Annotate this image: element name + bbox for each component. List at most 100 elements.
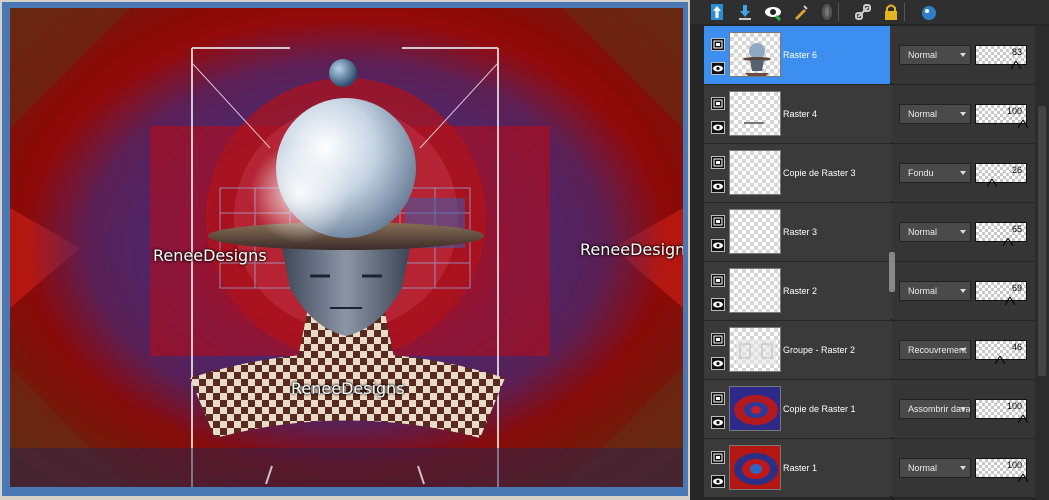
opacity-marker-icon[interactable] — [1002, 233, 1014, 247]
mask-icon[interactable] — [816, 1, 838, 23]
blend-mode-dropdown[interactable]: Normal — [899, 458, 971, 478]
layers-list: Raster 6 Normal 83 Raster 4 Normal 100 Copie d… — [704, 26, 1035, 500]
layer-type-icon[interactable] — [711, 38, 725, 51]
layer-name-cell[interactable]: Groupe - Raster 2 — [704, 321, 890, 379]
eye-visibility-icon[interactable] — [711, 121, 725, 134]
layer-name: Raster 3 — [783, 227, 818, 237]
opacity-marker-icon[interactable] — [1017, 469, 1029, 483]
layer-name: Raster 6 — [783, 50, 818, 60]
opacity-marker-icon[interactable] — [1017, 410, 1029, 424]
layer-thumbnail[interactable] — [729, 91, 781, 136]
layer-thumbnail[interactable] — [729, 150, 781, 195]
layer-name-cell[interactable]: Raster 6 — [704, 26, 890, 84]
chevron-down-icon — [960, 230, 966, 234]
opacity-slider[interactable]: 100 — [975, 104, 1029, 129]
edit-layer-icon[interactable] — [790, 1, 812, 23]
chevron-down-icon — [960, 289, 966, 293]
scrollbar-thumb[interactable] — [1038, 106, 1046, 376]
palette-icon[interactable] — [918, 1, 940, 23]
blend-mode-dropdown[interactable]: Normal — [899, 222, 971, 242]
opacity-marker-icon[interactable] — [1017, 115, 1029, 129]
layer-properties: Normal 100 — [892, 85, 1035, 143]
layer-properties: Normal 100 — [892, 439, 1035, 497]
layer-properties: Normal 69 — [892, 262, 1035, 320]
merge-down-icon[interactable] — [734, 1, 756, 23]
layer-type-icon[interactable] — [711, 215, 725, 228]
layer-name-cell[interactable]: Copie de Raster 3 — [704, 144, 890, 202]
watermark-text: ReneeDesigns — [291, 379, 405, 398]
layer-type-icon[interactable] — [711, 156, 725, 169]
link-icon[interactable] — [852, 1, 874, 23]
eye-visibility-icon[interactable] — [711, 298, 725, 311]
opacity-value: 26 — [1011, 165, 1022, 175]
layer-thumbnail[interactable] — [729, 386, 781, 431]
layer-row[interactable]: Raster 1 Normal 100 — [704, 439, 1035, 497]
watermark-text: ReneeDesigns — [153, 246, 267, 265]
chevron-down-icon — [960, 112, 966, 116]
layer-thumbnail[interactable] — [729, 268, 781, 313]
eye-visibility-icon[interactable] — [711, 180, 725, 193]
layer-type-icon[interactable] — [711, 97, 725, 110]
image-canvas[interactable]: ReneeDesigns ReneeDesigns ReneeDesigns — [10, 8, 683, 487]
opacity-slider[interactable]: 100 — [975, 399, 1029, 424]
layer-row[interactable]: Raster 3 Normal 65 — [704, 203, 1035, 261]
layer-row[interactable]: Copie de Raster 3 Fondu 26 — [704, 144, 1035, 202]
blend-mode-dropdown[interactable]: Assombrir davantage — [899, 399, 971, 419]
chevron-down-icon — [960, 407, 966, 411]
opacity-marker-icon[interactable] — [994, 351, 1006, 365]
layer-name-cell[interactable]: Raster 3 — [704, 203, 890, 261]
lock-icon[interactable] — [880, 1, 902, 23]
layer-row[interactable]: Raster 4 Normal 100 — [704, 85, 1035, 143]
canvas-window: ReneeDesigns ReneeDesigns ReneeDesigns — [0, 0, 690, 500]
move-layer-up-icon[interactable] — [706, 1, 728, 23]
blend-mode-dropdown[interactable]: Fondu — [899, 163, 971, 183]
layer-name-cell[interactable]: Raster 2 — [704, 262, 890, 320]
panel-resize-handle[interactable] — [889, 252, 895, 292]
opacity-slider[interactable]: 26 — [975, 163, 1027, 188]
layers-scrollbar[interactable] — [1035, 26, 1049, 500]
layer-row[interactable]: Groupe - Raster 2 Recouvrement 46 — [704, 321, 1035, 379]
layer-type-icon[interactable] — [711, 451, 725, 464]
layer-type-icon[interactable] — [711, 333, 725, 346]
layer-name: Raster 1 — [783, 463, 818, 473]
eye-visibility-icon[interactable] — [711, 475, 725, 488]
blend-mode-dropdown[interactable]: Normal — [899, 104, 971, 124]
eye-visibility-icon[interactable] — [711, 416, 725, 429]
layer-thumbnail[interactable] — [729, 32, 781, 77]
eye-visibility-icon[interactable] — [711, 357, 725, 370]
layer-type-icon[interactable] — [711, 274, 725, 287]
blend-mode-value: Normal — [908, 286, 938, 296]
eye-visibility-icon[interactable] — [711, 62, 725, 75]
blend-mode-value: Normal — [908, 463, 938, 473]
visibility-icon[interactable] — [762, 1, 784, 23]
canvas-border: ReneeDesigns ReneeDesigns ReneeDesigns — [2, 2, 688, 496]
opacity-slider[interactable]: 46 — [975, 340, 1027, 365]
blend-mode-dropdown[interactable]: Recouvrement — [899, 340, 971, 360]
opacity-marker-icon[interactable] — [986, 174, 998, 188]
toolbar-divider — [904, 3, 905, 21]
opacity-slider[interactable]: 65 — [975, 222, 1027, 247]
layer-name-cell[interactable]: Raster 4 — [704, 85, 890, 143]
blend-mode-value: Normal — [908, 227, 938, 237]
layer-type-icon[interactable] — [711, 392, 725, 405]
opacity-slider[interactable]: 69 — [975, 281, 1027, 306]
opacity-slider[interactable]: 100 — [975, 458, 1029, 483]
layer-name: Raster 4 — [783, 109, 818, 119]
layer-thumbnail[interactable] — [729, 327, 781, 372]
layer-thumbnail[interactable] — [729, 445, 781, 490]
opacity-slider[interactable]: 83 — [975, 45, 1027, 70]
layer-row[interactable]: Copie de Raster 1 Assombrir davantage100 — [704, 380, 1035, 438]
layer-name-cell[interactable]: Copie de Raster 1 — [704, 380, 890, 438]
opacity-marker-icon[interactable] — [1004, 292, 1016, 306]
opacity-marker-icon[interactable] — [1010, 56, 1022, 70]
blend-mode-dropdown[interactable]: Normal — [899, 45, 971, 65]
blend-mode-dropdown[interactable]: Normal — [899, 281, 971, 301]
eye-visibility-icon[interactable] — [711, 239, 725, 252]
layer-name-cell[interactable]: Raster 1 — [704, 439, 890, 497]
layer-thumbnail[interactable] — [729, 209, 781, 254]
layer-properties: Assombrir davantage100 — [892, 380, 1035, 438]
layer-row[interactable]: Raster 6 Normal 83 — [704, 26, 1035, 84]
layer-row[interactable]: Raster 2 Normal 69 — [704, 262, 1035, 320]
toolbar-divider — [838, 3, 839, 21]
layer-name: Copie de Raster 3 — [783, 168, 856, 178]
